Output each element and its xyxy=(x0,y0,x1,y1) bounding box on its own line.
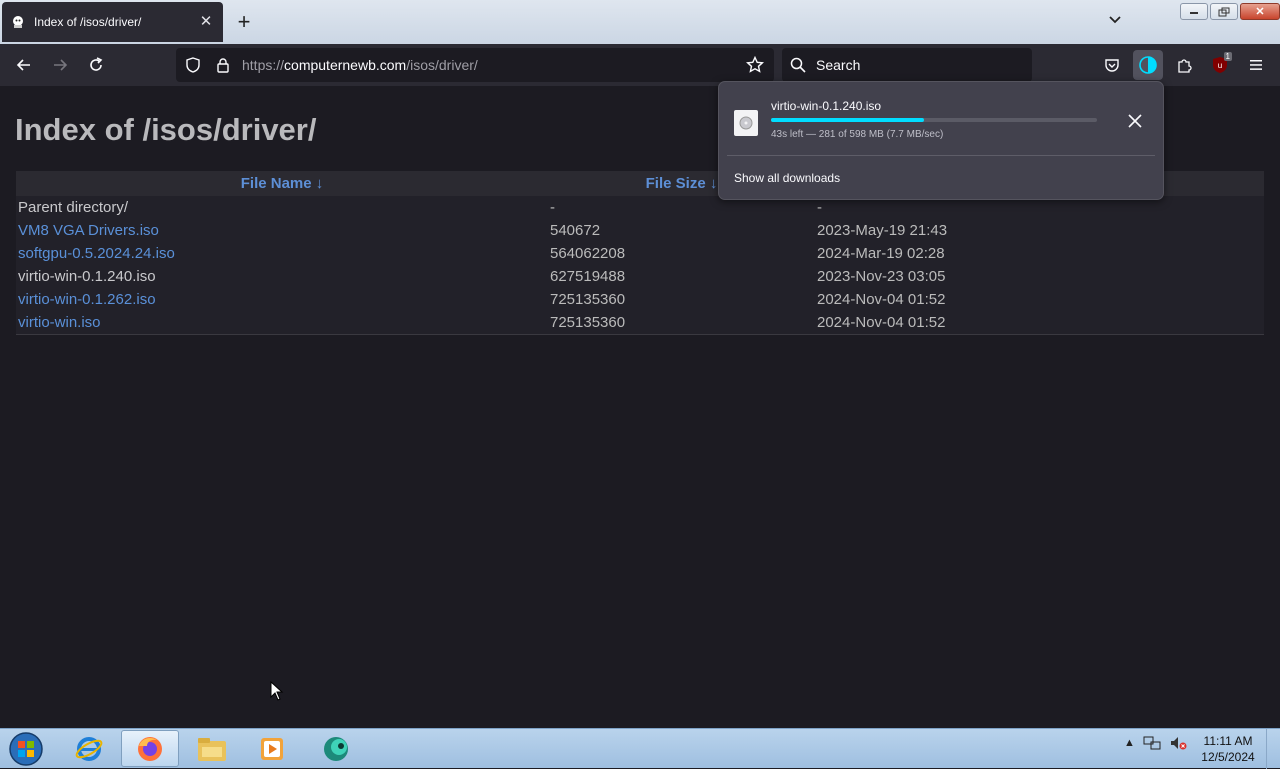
file-size-cell: 627519488 xyxy=(550,268,626,285)
cancel-download-close-icon[interactable] xyxy=(1123,109,1147,133)
file-name-cell: VM8 VGA Drivers.iso xyxy=(16,219,548,242)
date-cell: 2023-May-19 21:43 xyxy=(817,222,948,239)
date-cell: 2024-Mar-19 02:28 xyxy=(817,245,945,262)
url-host: computernewb.com xyxy=(284,57,407,73)
network-icon[interactable] xyxy=(1143,735,1161,751)
file-size-cell: 725135360 xyxy=(550,291,626,308)
search-bar[interactable]: Search xyxy=(782,48,1032,82)
file-size-cell: 725135360 xyxy=(548,311,815,335)
file-size-cell: 564062208 xyxy=(550,245,626,262)
file-link[interactable]: virtio-win-0.1.262.iso xyxy=(18,291,156,308)
window-controls: ✕ xyxy=(1180,3,1280,20)
taskbar: ▲ 11:11 AM 12/5/2024 xyxy=(0,728,1280,769)
list-all-tabs-chevron-down-icon[interactable] xyxy=(1108,12,1132,32)
table-row: VM8 VGA Drivers.iso 540672 2023-May-19 2… xyxy=(16,219,1264,242)
table-row: virtio-win-0.1.240.iso 627519488 2023-No… xyxy=(16,265,1264,288)
restore-button[interactable] xyxy=(1210,3,1238,20)
app-icon[interactable] xyxy=(307,730,365,767)
mouse-cursor-icon xyxy=(270,681,284,701)
table-row: virtio-win-0.1.262.iso 725135360 2024-No… xyxy=(16,288,1264,311)
svg-text:u: u xyxy=(1218,61,1222,70)
close-window-button[interactable]: ✕ xyxy=(1240,3,1280,20)
url-path: /isos/driver/ xyxy=(406,57,478,73)
pocket-icon[interactable] xyxy=(1097,50,1127,80)
date-cell: 2023-Nov-23 03:05 xyxy=(817,268,946,285)
disc-image-file-icon xyxy=(734,110,758,136)
search-placeholder: Search xyxy=(816,57,861,73)
download-filename[interactable]: virtio-win-0.1.240.iso xyxy=(771,99,881,113)
table-row: softgpu-0.5.2024.24.iso 564062208 2024-M… xyxy=(16,242,1264,265)
url-text[interactable]: https://computernewb.com/isos/driver/ xyxy=(242,57,478,73)
panel-divider xyxy=(727,155,1155,156)
file-link[interactable]: virtio-win.iso xyxy=(18,314,101,331)
volume-muted-icon[interactable] xyxy=(1169,735,1187,751)
media-player-icon[interactable] xyxy=(243,730,301,767)
show-hidden-icons-chevron-up-icon[interactable]: ▲ xyxy=(1124,737,1135,749)
system-tray: ▲ xyxy=(1124,735,1187,751)
internet-explorer-icon[interactable] xyxy=(60,730,118,767)
tab-strip: Index of /isos/driver/ ✕ + ✕ xyxy=(0,0,1280,44)
file-size-cell: 540672 xyxy=(550,222,601,239)
clock-time: 11:11 AM xyxy=(1203,734,1253,748)
file-link[interactable]: VM8 VGA Drivers.iso xyxy=(18,222,159,239)
download-progress-fill xyxy=(771,118,925,122)
firefox-icon[interactable] xyxy=(121,730,179,767)
downloads-panel: virtio-win-0.1.240.iso 43s left — 281 of… xyxy=(718,81,1164,200)
search-icon xyxy=(790,57,810,73)
parent-directory-link[interactable]: Parent directory/ xyxy=(18,199,128,216)
date-cell: 2024-Nov-04 01:52 xyxy=(815,311,1264,335)
minimize-button[interactable] xyxy=(1180,3,1208,20)
bookmark-star-icon[interactable] xyxy=(742,52,768,78)
table-row: virtio-win.iso 725135360 2024-Nov-04 01:… xyxy=(16,311,1264,335)
tab-title: Index of /isos/driver/ xyxy=(34,15,142,29)
date-cell: 2024-Nov-04 01:52 xyxy=(817,291,946,308)
hamburger-menu-icon[interactable] xyxy=(1241,50,1271,80)
file-name-cell: Parent directory/ xyxy=(16,196,548,219)
tab-active[interactable]: Index of /isos/driver/ ✕ xyxy=(2,2,223,42)
navigation-toolbar: https://computernewb.com/isos/driver/ Se… xyxy=(0,44,1280,86)
show-desktop-button[interactable] xyxy=(1266,729,1280,769)
file-link[interactable]: softgpu-0.5.2024.24.iso xyxy=(18,245,175,262)
file-link[interactable]: virtio-win-0.1.240.iso xyxy=(18,268,156,285)
download-progress-bar xyxy=(771,118,1097,122)
system-clock[interactable]: 11:11 AM 12/5/2024 xyxy=(1196,733,1260,765)
start-button[interactable] xyxy=(6,730,46,768)
url-bar[interactable]: https://computernewb.com/isos/driver/ xyxy=(176,48,774,82)
column-header-file-name[interactable]: File Name ↓ xyxy=(16,171,548,196)
file-name-cell: softgpu-0.5.2024.24.iso xyxy=(16,242,548,265)
extension-badge: 1 xyxy=(1223,52,1232,61)
tracking-protection-shield-icon[interactable] xyxy=(180,52,206,78)
download-status: 43s left — 281 of 598 MB (7.7 MB/sec) xyxy=(771,129,944,140)
url-scheme: https:// xyxy=(242,57,285,73)
back-arrow-icon[interactable] xyxy=(11,52,37,78)
clock-date: 12/5/2024 xyxy=(1201,750,1255,764)
new-tab-button[interactable]: + xyxy=(232,10,256,34)
page-title: Index of /isos/driver/ xyxy=(15,112,317,147)
file-explorer-icon[interactable] xyxy=(183,730,241,767)
extensions-puzzle-icon[interactable] xyxy=(1169,50,1199,80)
reload-icon[interactable] xyxy=(83,52,109,78)
site-favicon-icon xyxy=(10,14,26,30)
file-name-cell: virtio-win-0.1.262.iso xyxy=(16,288,548,311)
file-name-cell: virtio-win-0.1.240.iso xyxy=(16,265,548,288)
file-name-cell: virtio-win.iso xyxy=(16,311,548,335)
lock-icon[interactable] xyxy=(210,52,236,78)
ublock-origin-icon[interactable]: u 1 xyxy=(1205,50,1235,80)
forward-arrow-icon[interactable] xyxy=(47,52,73,78)
downloads-icon[interactable] xyxy=(1133,50,1163,80)
show-all-downloads-button[interactable]: Show all downloads xyxy=(734,171,840,185)
tab-close-icon[interactable]: ✕ xyxy=(197,13,215,31)
